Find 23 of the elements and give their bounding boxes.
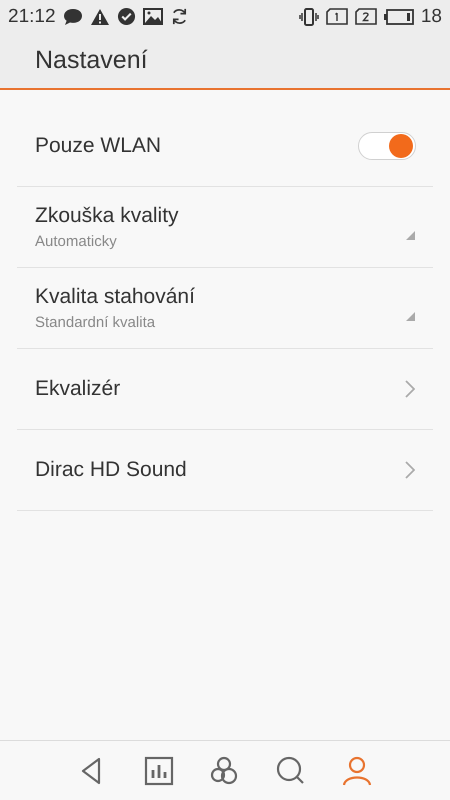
vibrate-icon (298, 6, 319, 26)
toggle-switch[interactable] (358, 132, 416, 160)
dropdown-icon[interactable] (406, 230, 415, 240)
status-time: 21:12 (8, 6, 56, 28)
warning-icon (90, 8, 110, 26)
image-icon (142, 8, 163, 25)
message-icon (62, 8, 83, 26)
setting-value: Automaticky (35, 233, 118, 250)
chevron-right-icon[interactable] (405, 461, 415, 479)
battery-level: 18 (420, 6, 442, 28)
battery-icon (384, 8, 414, 24)
setting-value: Standardní kvalita (35, 314, 156, 331)
dropdown-icon[interactable] (406, 312, 415, 320)
setting-label: Kvalita stahování (35, 285, 196, 309)
chevron-right-icon[interactable] (405, 380, 415, 398)
setting-label: Ekvalizér (35, 377, 122, 401)
sim-card-icon (326, 8, 348, 25)
setting-label: Zkouška kvality (35, 204, 180, 228)
check-circle-icon (116, 7, 136, 26)
setting-label: Pouze WLAN (35, 134, 162, 158)
page-title: Nastavení (35, 46, 148, 75)
sim-card-icon (354, 8, 377, 25)
setting-label: Dirac HD Sound (35, 458, 188, 482)
